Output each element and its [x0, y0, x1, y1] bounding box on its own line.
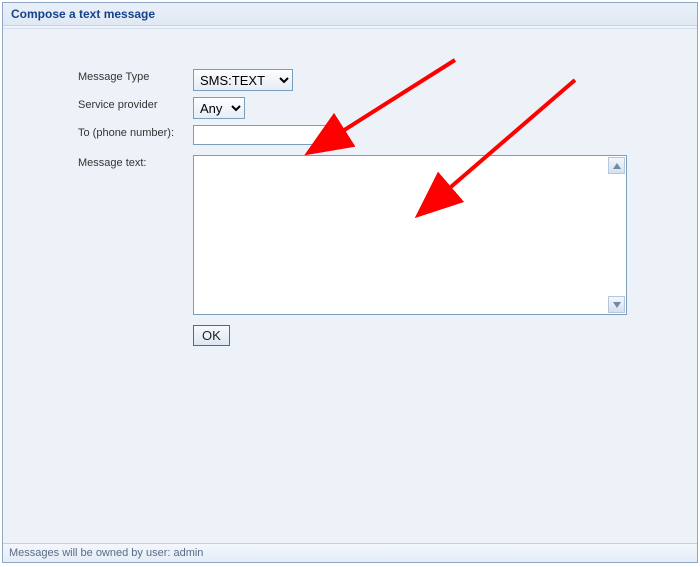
compose-panel: Compose a text message Message Type SMS:…: [2, 2, 698, 563]
scroll-up-button[interactable]: [608, 157, 625, 174]
status-bar: Messages will be owned by user: admin: [3, 543, 697, 562]
to-phone-input[interactable]: [193, 125, 331, 145]
chevron-down-icon: [613, 302, 621, 308]
chevron-up-icon: [613, 163, 621, 169]
scroll-down-button[interactable]: [608, 296, 625, 313]
message-text-textarea[interactable]: [194, 156, 608, 314]
row-ok: OK: [3, 325, 697, 346]
row-message-text: Message text:: [3, 155, 697, 315]
label-to: To (phone number):: [3, 125, 193, 139]
row-message-type: Message Type SMS:TEXT: [3, 69, 697, 91]
label-message-text: Message text:: [3, 155, 193, 169]
row-to: To (phone number):: [3, 125, 697, 145]
label-service-provider: Service provider: [3, 97, 193, 111]
service-provider-select[interactable]: Any: [193, 97, 245, 119]
label-message-type: Message Type: [3, 69, 193, 83]
panel-title: Compose a text message: [3, 3, 697, 26]
form-area: Message Type SMS:TEXT Service provider A…: [3, 29, 697, 346]
message-type-select[interactable]: SMS:TEXT: [193, 69, 293, 91]
row-service-provider: Service provider Any: [3, 97, 697, 119]
ok-button[interactable]: OK: [193, 325, 230, 346]
message-text-wrap: [193, 155, 627, 315]
